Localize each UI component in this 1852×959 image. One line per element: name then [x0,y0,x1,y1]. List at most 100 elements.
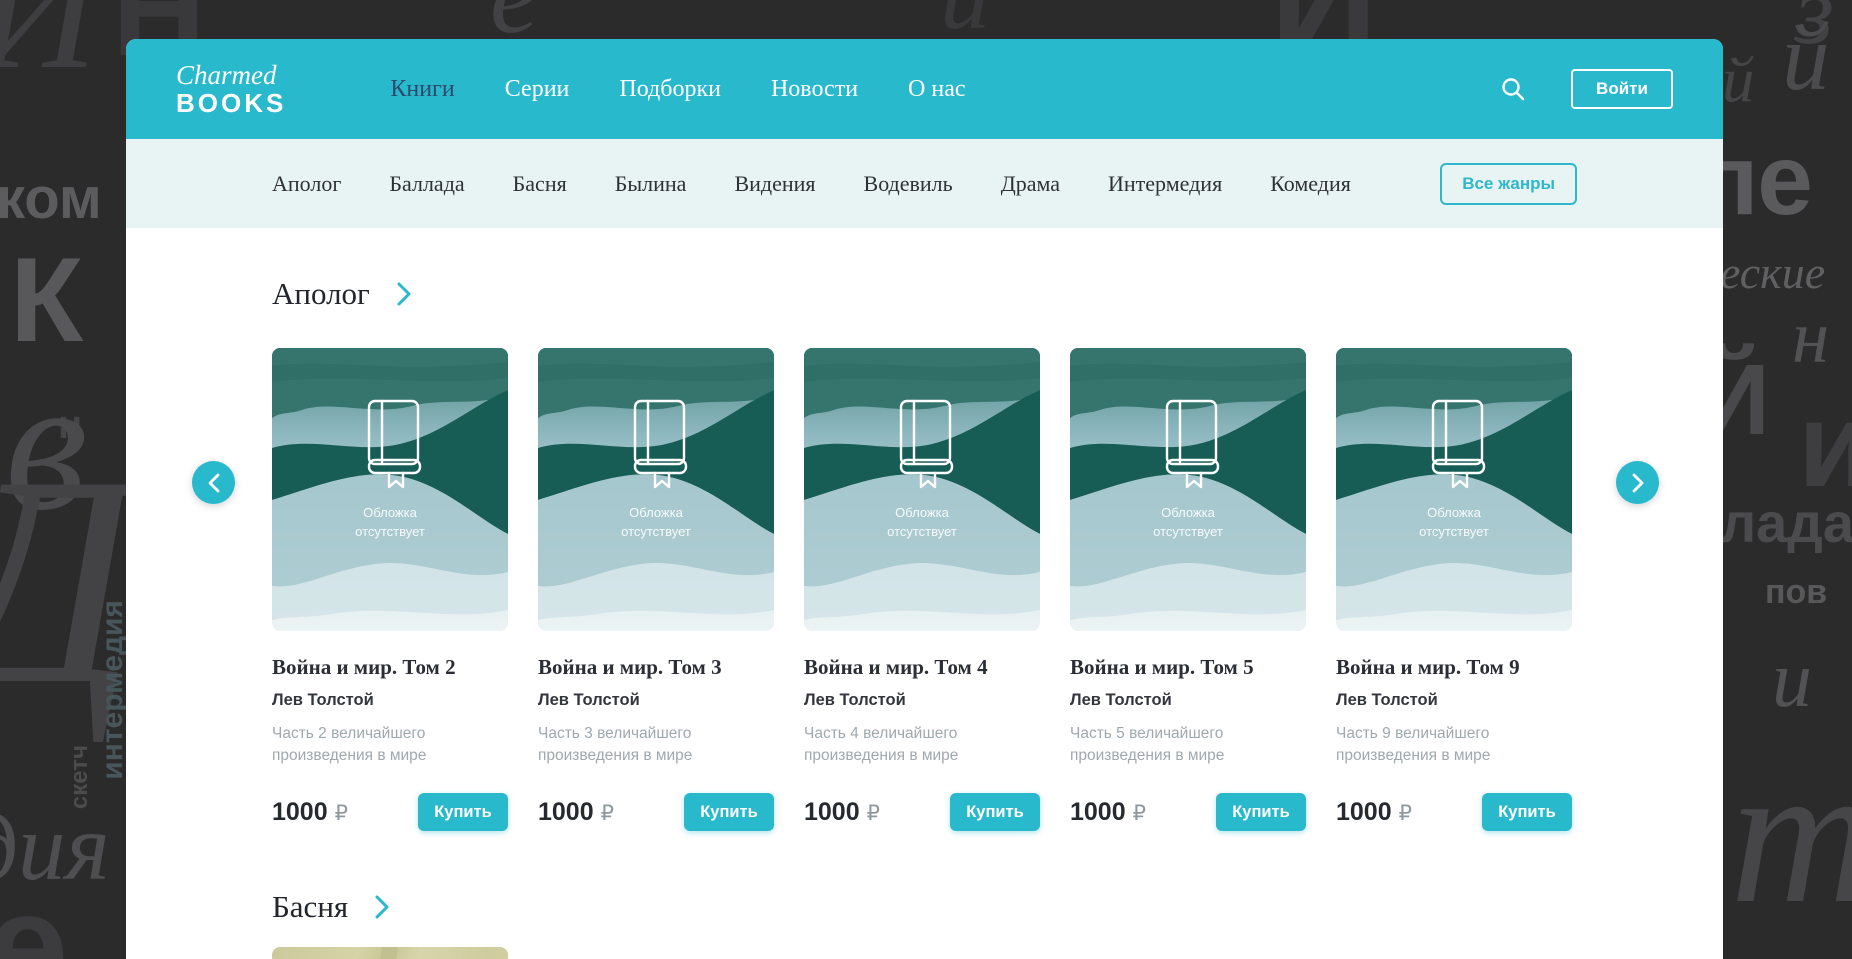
brand-line1: Charmed [176,62,286,89]
nav-item-collections[interactable]: Подборки [619,76,721,103]
background-decoration: н [1792,300,1829,375]
buy-button[interactable]: Купить [1482,793,1572,831]
main-content-card: Charmed BOOKS Книги Серии Подборки Новос… [126,39,1723,959]
buy-button[interactable]: Купить [418,793,508,831]
brand-line2: BOOKS [176,90,286,116]
genre-item-basnya[interactable]: Басня [513,171,567,197]
cover-placeholder: Обложка отсутствует [1070,348,1306,631]
section-basnya-header[interactable]: Басня [272,889,390,925]
ruble-sign: ₽ [601,801,614,825]
background-decoration: пов [1765,575,1827,609]
book-description: Часть 3 величайшего произведения в мире [538,723,750,766]
genre-item-intermediya[interactable]: Интермедия [1108,171,1222,197]
book-description: Часть 2 величайшего произведения в мире [272,723,484,766]
cover-placeholder: Обложка отсутствует [272,348,508,631]
book-card: Обложка отсутствует Война и мир. Том 5 Л… [1070,348,1306,831]
cover-placeholder-text: Обложка отсутствует [887,504,957,542]
brand-logo[interactable]: Charmed BOOKS [176,62,286,116]
price-row: 1000 ₽ Купить [1070,793,1306,831]
genre-item-videniya[interactable]: Видения [734,171,815,197]
ruble-sign: ₽ [1399,801,1412,825]
cover-stripe [342,947,398,959]
ruble-sign: ₽ [867,801,880,825]
books-row: Обложка отсутствует Война и мир. Том 2 Л… [272,348,1577,831]
nav-item-about[interactable]: О нас [908,76,965,103]
genre-item-bylina[interactable]: Былина [615,171,687,197]
book-icon [890,398,954,490]
genre-item-apolog[interactable]: Аполог [272,171,341,197]
carousel-prev-button[interactable] [192,461,235,504]
price-row: 1000 ₽ Купить [1336,793,1572,831]
header-right: Войти [1499,69,1673,109]
site-header: Charmed BOOKS Книги Серии Подборки Новос… [126,39,1723,139]
books-row [272,947,1577,959]
background-decoration: й [1722,48,1755,113]
chevron-right-icon [396,281,412,307]
book-price: 1000 ₽ [272,798,348,827]
nav-item-books[interactable]: Книги [390,76,454,103]
book-icon [1422,398,1486,490]
book-price: 1000 ₽ [1336,798,1412,827]
section-title: Аполог [272,276,370,312]
book-cover[interactable]: Обложка отсутствует [272,348,508,631]
book-cover[interactable]: Обложка отсутствует [538,348,774,631]
book-author: Лев Толстой [538,691,774,710]
book-description: Часть 5 величайшего произведения в мире [1070,723,1282,766]
login-button[interactable]: Войти [1571,69,1673,109]
cover-placeholder: Обложка отсутствует [804,348,1040,631]
background-decoration: и [1772,640,1812,720]
book-title[interactable]: Война и мир. Том 4 [804,655,1040,680]
book-price: 1000 ₽ [804,798,880,827]
genre-list: Аполог Баллада Басня Былина Видения Воде… [272,171,1351,197]
section-basnya: Басня [272,889,1577,959]
book-author: Лев Толстой [804,691,1040,710]
price-row: 1000 ₽ Купить [538,793,774,831]
all-genres-button[interactable]: Все жанры [1440,163,1577,205]
book-title[interactable]: Война и мир. Том 2 [272,655,508,680]
buy-button[interactable]: Купить [684,793,774,831]
book-card: Обложка отсутствует Война и мир. Том 2 Л… [272,348,508,831]
genre-item-vodevil[interactable]: Водевиль [864,171,953,197]
price-row: 1000 ₽ Купить [272,793,508,831]
buy-button[interactable]: Купить [950,793,1040,831]
book-title[interactable]: Война и мир. Том 9 [1336,655,1572,680]
main-nav: Книги Серии Подборки Новости О нас [390,76,965,103]
search-icon[interactable] [1499,75,1527,103]
buy-button[interactable]: Купить [1216,793,1306,831]
genre-item-drama[interactable]: Драма [1001,171,1060,197]
book-author: Лев Толстой [1336,691,1572,710]
book-cover[interactable]: Обложка отсутствует [1336,348,1572,631]
book-card: Обложка отсутствует Война и мир. Том 9 Л… [1336,348,1572,831]
book-price: 1000 ₽ [538,798,614,827]
nav-item-series[interactable]: Серии [505,76,570,103]
content: Аполог [126,276,1723,959]
book-cover[interactable] [272,947,508,959]
chevron-left-icon [207,472,221,494]
book-card: Обложка отсутствует Война и мир. Том 4 Л… [804,348,1040,831]
book-card: Обложка отсутствует Война и мир. Том 3 Л… [538,348,774,831]
cover-placeholder-text: Обложка отсутствует [621,504,691,542]
book-icon [358,398,422,490]
book-cover[interactable]: Обложка отсутствует [1070,348,1306,631]
price-row: 1000 ₽ Купить [804,793,1040,831]
background-decoration: ти [1730,735,1852,935]
book-card [272,947,508,959]
carousel-next-button[interactable] [1616,461,1659,504]
ruble-sign: ₽ [1133,801,1146,825]
cover-placeholder-text: Обложка отсутствует [1153,504,1223,542]
book-price: 1000 ₽ [1070,798,1146,827]
book-icon [624,398,688,490]
background-decoration: и [1798,385,1852,505]
book-cover[interactable]: Обложка отсутствует [804,348,1040,631]
background-decoration: й [1782,10,1830,105]
book-author: Лев Толстой [272,691,508,710]
book-title[interactable]: Война и мир. Том 5 [1070,655,1306,680]
genre-item-komediya[interactable]: Комедия [1270,171,1351,197]
book-title[interactable]: Война и мир. Том 3 [538,655,774,680]
section-apolog-header[interactable]: Аполог [272,276,412,312]
cover-placeholder-text: Обложка отсутствует [355,504,425,542]
genre-item-ballada[interactable]: Баллада [389,171,464,197]
chevron-right-icon [1631,472,1645,494]
background-decoration: ком [0,170,102,228]
nav-item-news[interactable]: Новости [771,76,858,103]
